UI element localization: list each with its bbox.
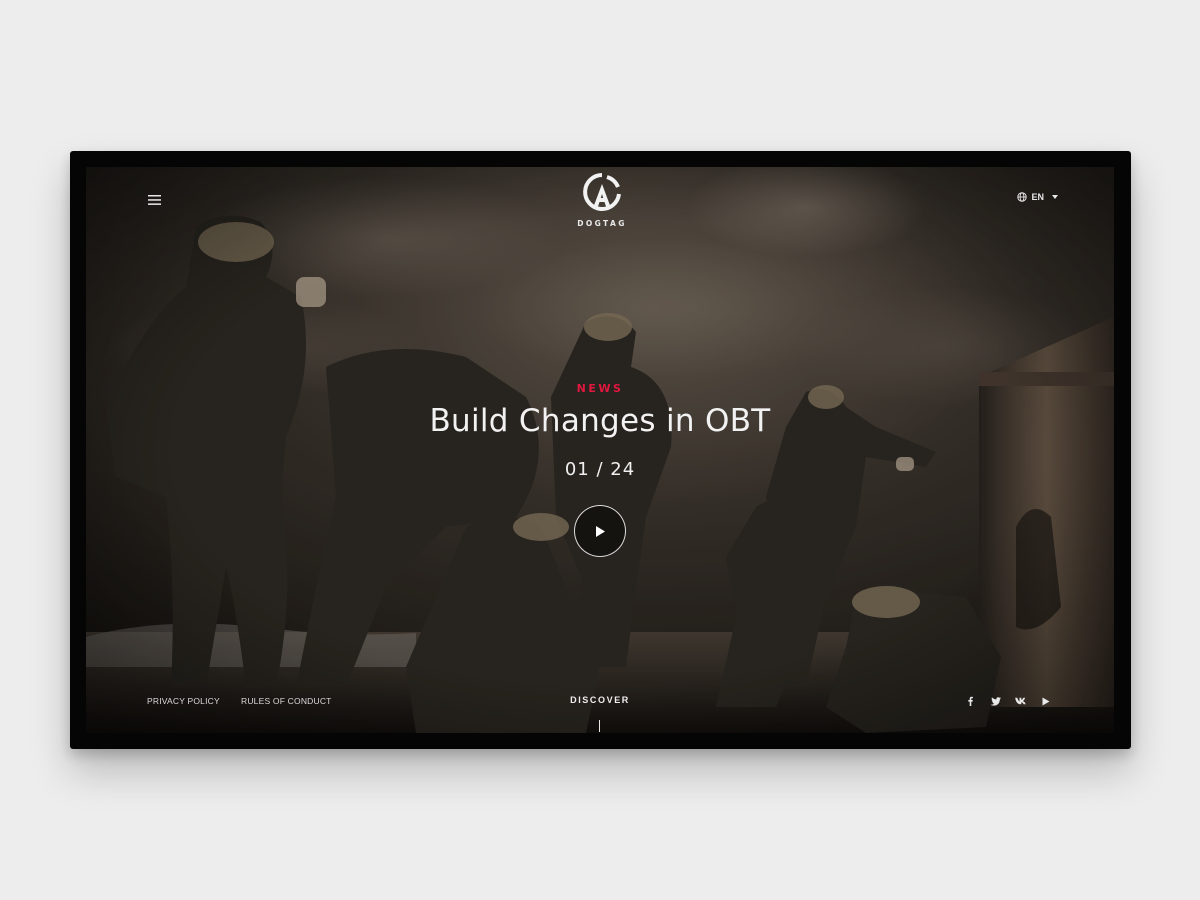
website-screen: DOGTAG EN NEWS Build Changes in OBT 01 /… <box>86 167 1114 733</box>
facebook-link[interactable] <box>958 693 983 709</box>
menu-button[interactable] <box>143 191 165 209</box>
discover-button[interactable]: DISCOVER <box>542 695 658 705</box>
scroll-indicator <box>599 720 600 732</box>
logo-wordmark: DOGTAG <box>577 219 627 228</box>
hero-background-image <box>86 167 1114 733</box>
dogtag-logo-mark <box>583 173 621 211</box>
social-links <box>958 693 1058 709</box>
dogtag-logo[interactable]: DOGTAG <box>574 171 630 229</box>
play-video-button[interactable] <box>574 505 626 557</box>
twitter-link[interactable] <box>983 693 1008 709</box>
language-selector[interactable]: EN <box>1017 192 1058 202</box>
news-kicker: NEWS <box>576 382 624 395</box>
rules-of-conduct-link[interactable]: RULES OF CONDUCT <box>241 696 332 706</box>
vk-link[interactable] <box>1008 693 1033 709</box>
slide-counter: 01 / 24 <box>564 459 636 480</box>
globe-icon <box>1017 192 1028 202</box>
chevron-down-icon <box>1052 195 1058 199</box>
youtube-link[interactable] <box>1033 693 1058 709</box>
privacy-policy-link[interactable]: PRIVACY POLICY <box>147 696 220 706</box>
language-label: EN <box>1031 192 1044 202</box>
hero-headline[interactable]: Build Changes in OBT <box>86 403 1114 439</box>
vk-icon <box>1014 697 1026 705</box>
hamburger-menu-icon <box>147 195 161 205</box>
device-frame: DOGTAG EN NEWS Build Changes in OBT 01 /… <box>70 151 1131 749</box>
play-icon <box>596 525 605 537</box>
facebook-icon <box>968 696 973 706</box>
twitter-icon <box>990 696 1001 706</box>
youtube-icon <box>1042 697 1049 705</box>
